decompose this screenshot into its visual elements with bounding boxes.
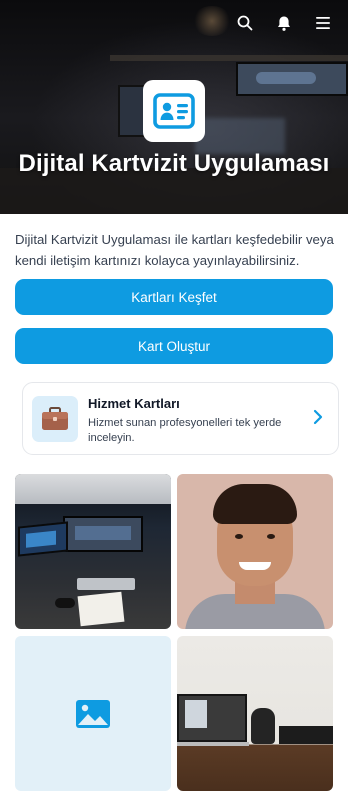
page-title: Dijital Kartvizit Uygulaması <box>18 150 330 177</box>
service-thumbnail <box>32 396 78 442</box>
photo-eye <box>235 534 243 539</box>
top-bar <box>236 14 332 32</box>
photo-laptop <box>177 694 247 742</box>
photo-monitor <box>63 516 143 552</box>
photo-statue <box>251 708 275 744</box>
workspace-photo[interactable] <box>177 636 333 791</box>
photo-keyboard <box>77 578 135 590</box>
menu-icon[interactable] <box>314 14 332 32</box>
search-icon[interactable] <box>236 14 254 32</box>
hero-banner: Dijital Kartvizit Uygulaması <box>0 0 348 214</box>
image-placeholder[interactable] <box>15 636 171 791</box>
desk-setup-photo[interactable] <box>15 474 171 629</box>
chevron-right-icon <box>313 409 323 430</box>
background-monitor <box>236 62 348 96</box>
shelf <box>110 55 348 61</box>
card-gallery <box>15 474 333 791</box>
service-card-description: Hizmet sunan profesyonelleri tek yerde i… <box>88 417 282 444</box>
service-cards-link[interactable]: Hizmet Kartları Hizmet sunan profesyonel… <box>22 382 339 455</box>
app-logo <box>143 80 205 142</box>
portrait-photo[interactable] <box>177 474 333 629</box>
photo-gamepad <box>55 598 75 608</box>
intro-text: Dijital Kartvizit Uygulaması ile kartlar… <box>15 232 334 268</box>
photo-wall <box>15 474 171 504</box>
photo-eye <box>267 534 275 539</box>
id-card-icon <box>153 93 195 129</box>
service-card-title: Hizmet Kartları <box>88 396 180 411</box>
image-icon <box>76 699 110 728</box>
briefcase-icon <box>42 407 68 430</box>
photo-printer <box>279 726 333 744</box>
photo-notebook <box>77 591 125 627</box>
photo-laptop-base <box>177 742 249 746</box>
photo-hair <box>213 484 297 524</box>
plant-decoration <box>192 6 232 36</box>
photo-laptop <box>18 521 68 557</box>
bell-icon[interactable] <box>275 14 293 32</box>
background-glow <box>195 118 285 154</box>
explore-cards-button[interactable]: Kartları Keşfet <box>15 279 333 315</box>
photo-smile <box>239 562 271 570</box>
create-card-button[interactable]: Kart Oluştur <box>15 328 333 364</box>
